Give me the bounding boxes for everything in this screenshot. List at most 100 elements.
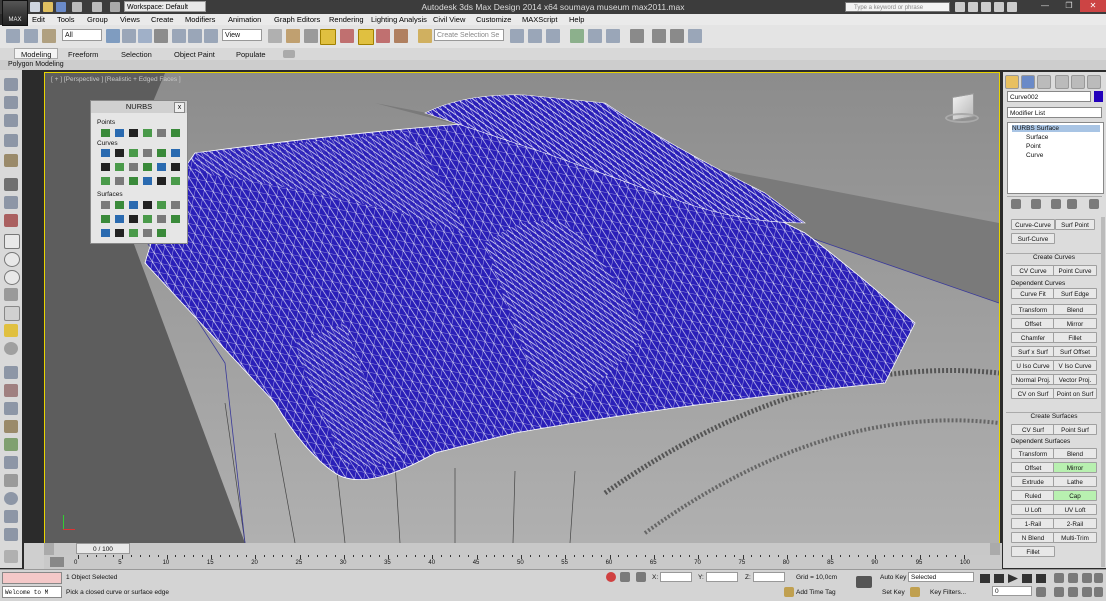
time-slider-track[interactable]: 0 / 100 <box>44 543 1002 555</box>
button-surf-lathe[interactable]: Lathe <box>1053 476 1097 487</box>
button-point-curve[interactable]: Point Curve <box>1053 265 1097 276</box>
select-move-icon[interactable] <box>172 29 186 43</box>
button-surf-point[interactable]: Surf Point <box>1055 219 1095 230</box>
particle-icon[interactable] <box>4 384 18 397</box>
surface-tool-c-5-icon[interactable] <box>157 229 166 237</box>
menu-rendering[interactable]: Rendering <box>329 15 364 24</box>
named-selection-sets-dropdown[interactable]: Create Selection Se <box>434 29 504 41</box>
cone-primitive-icon[interactable] <box>4 306 20 321</box>
curve-tool-a-4-icon[interactable] <box>143 149 152 157</box>
surface-tool-b-3-icon[interactable] <box>129 215 138 223</box>
binoculars-icon[interactable] <box>955 2 965 12</box>
add-time-tag-button[interactable]: Add Time Tag <box>796 589 836 596</box>
curve-tool-b-1-icon[interactable] <box>101 163 110 171</box>
curve-tool-a-6-icon[interactable] <box>171 149 180 157</box>
mirror-icon[interactable] <box>510 29 524 43</box>
surface-tool-b-5-icon[interactable] <box>157 215 166 223</box>
scene-explorer-icon[interactable] <box>4 96 18 109</box>
tab-object-paint[interactable]: Object Paint <box>174 50 215 59</box>
curve-tool-a-3-icon[interactable] <box>129 149 138 157</box>
menu-maxscript[interactable]: MAXScript <box>522 15 557 24</box>
bone-icon[interactable] <box>4 420 18 433</box>
button-cv-surf[interactable]: CV Surf <box>1011 424 1055 435</box>
button-curve-point-on-surf[interactable]: Point on Surf <box>1053 388 1097 399</box>
graphite-ribbon-icon[interactable] <box>570 29 584 43</box>
maximize-button[interactable]: ❐ <box>1056 0 1082 12</box>
curve-tool-c-2-icon[interactable] <box>115 177 124 185</box>
isolate-toggle-icon[interactable] <box>606 572 616 582</box>
button-surf-fillet[interactable]: Fillet <box>1011 546 1055 557</box>
rectangular-selection-icon[interactable] <box>138 29 152 43</box>
curve-tool-c-1-icon[interactable] <box>101 177 110 185</box>
nurbs-toolbox-header[interactable]: NURBS x <box>91 101 187 113</box>
button-curve-chamfer[interactable]: Chamfer <box>1011 332 1055 343</box>
snaps-toggle-icon[interactable] <box>320 29 336 45</box>
surface-tool-c-4-icon[interactable] <box>143 229 152 237</box>
nurbs-close-button[interactable]: x <box>174 102 185 113</box>
menu-civil-view[interactable]: Civil View <box>433 15 465 24</box>
helpers-icon[interactable] <box>4 154 18 167</box>
maximize-viewport-icon[interactable] <box>1094 587 1103 597</box>
tab-modeling[interactable]: Modeling <box>14 48 59 59</box>
curve-tool-a-1-icon[interactable] <box>101 149 110 157</box>
ribbon-minimize-icon[interactable] <box>283 50 295 58</box>
remove-modifier-icon[interactable] <box>1067 199 1077 209</box>
surface-tool-a-6-icon[interactable] <box>171 201 180 209</box>
sphere-icon[interactable] <box>4 342 18 355</box>
app-logo-button[interactable]: MAX <box>2 0 28 26</box>
material-editor-icon[interactable] <box>630 29 644 43</box>
tab-selection[interactable]: Selection <box>121 50 152 59</box>
render-setup-icon[interactable] <box>652 29 666 43</box>
menu-edit[interactable]: Edit <box>32 15 45 24</box>
reference-coordinate-dropdown[interactable]: View <box>222 29 262 41</box>
modify-tab-icon[interactable] <box>1021 75 1035 89</box>
menu-help[interactable]: Help <box>569 15 584 24</box>
foliage-icon[interactable] <box>4 438 18 451</box>
zoom-extents-icon[interactable] <box>1082 573 1092 583</box>
spinner-snap-icon[interactable] <box>376 29 390 43</box>
window-crossing-icon[interactable] <box>154 29 168 43</box>
button-surf-blend[interactable]: Blend <box>1053 448 1097 459</box>
point-tool-6-icon[interactable] <box>171 129 180 137</box>
time-slider-thumb[interactable]: 0 / 100 <box>76 543 130 554</box>
maxscript-listener-mini[interactable] <box>2 572 62 584</box>
key-mode-dropdown[interactable]: Selected <box>908 572 974 582</box>
surface-tool-b-2-icon[interactable] <box>115 215 124 223</box>
curve-tool-b-4-icon[interactable] <box>143 163 152 171</box>
command-panel-scrollbar[interactable] <box>1101 217 1105 567</box>
field-of-view-icon[interactable] <box>1054 587 1064 597</box>
object-color-swatch[interactable] <box>1094 91 1103 102</box>
curve-tool-c-6-icon[interactable] <box>171 177 180 185</box>
surface-tool-c-1-icon[interactable] <box>101 229 110 237</box>
camera-icon[interactable] <box>4 178 18 191</box>
crowd-icon[interactable] <box>4 474 18 487</box>
surface-tool-a-4-icon[interactable] <box>143 201 152 209</box>
surface-tool-a-1-icon[interactable] <box>101 201 110 209</box>
viewcube-icon[interactable] <box>945 91 979 125</box>
percent-snap-icon[interactable] <box>358 29 374 45</box>
menu-views[interactable]: Views <box>120 15 140 24</box>
z-coord-input[interactable] <box>753 572 785 582</box>
modifier-stack[interactable]: NURBS Surface Surface Point Curve <box>1007 122 1104 194</box>
unlink-icon[interactable] <box>24 29 38 43</box>
menu-graph-editors[interactable]: Graph Editors <box>274 15 320 24</box>
isolate-icon[interactable] <box>4 196 18 209</box>
absolute-mode-icon[interactable] <box>636 572 646 582</box>
time-tag-icon[interactable] <box>784 587 794 597</box>
button-surf-1-rail[interactable]: 1-Rail <box>1011 518 1055 529</box>
button-surf-offset[interactable]: Offset <box>1011 462 1055 473</box>
mini-curve-editor-icon[interactable] <box>50 557 64 567</box>
surface-tool-c-2-icon[interactable] <box>115 229 124 237</box>
schematic-view-icon[interactable] <box>606 29 620 43</box>
render-production-icon[interactable] <box>688 29 702 43</box>
point-tool-2-icon[interactable] <box>115 129 124 137</box>
align-icon[interactable] <box>528 29 542 43</box>
menu-lighting-analysis[interactable]: Lighting Analysis <box>371 15 427 24</box>
polygon-modeling-label[interactable]: Polygon Modeling <box>8 61 64 68</box>
button-surf-uv-loft[interactable]: UV Loft <box>1053 504 1097 515</box>
curve-tool-b-3-icon[interactable] <box>129 163 138 171</box>
bind-space-warp-icon[interactable] <box>42 29 56 43</box>
time-slider-next-icon[interactable] <box>990 543 1000 555</box>
curve-tool-a-5-icon[interactable] <box>157 149 166 157</box>
render-icon[interactable] <box>4 214 18 227</box>
